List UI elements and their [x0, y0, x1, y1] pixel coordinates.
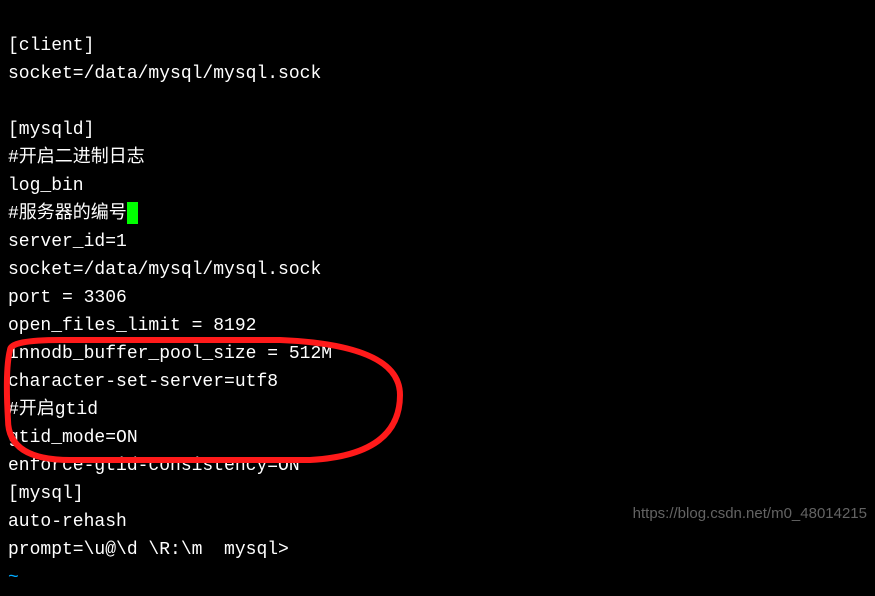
config-line: [mysql]	[8, 484, 84, 504]
config-line: #开启gtid	[8, 400, 98, 420]
config-line: #开启二进制日志	[8, 148, 145, 168]
config-line: innodb_buffer_pool_size = 512M	[8, 344, 332, 364]
config-line: [mysqld]	[8, 120, 94, 140]
config-line: gtid_mode=ON	[8, 428, 138, 448]
config-line: server_id=1	[8, 232, 127, 252]
config-line: socket=/data/mysql/mysql.sock	[8, 260, 321, 280]
vim-tilde: ~	[8, 568, 19, 588]
config-line: log_bin	[8, 176, 84, 196]
config-line: auto-rehash	[8, 512, 127, 532]
config-line: socket=/data/mysql/mysql.sock	[8, 64, 321, 84]
cursor-block	[127, 202, 138, 224]
config-line: [client]	[8, 36, 94, 56]
config-line: port = 3306	[8, 288, 127, 308]
config-line: #服务器的编号	[8, 204, 127, 224]
watermark-text: https://blog.csdn.net/m0_48014215	[633, 500, 867, 528]
config-line: open_files_limit = 8192	[8, 316, 256, 336]
config-line: enforce-gtid-consistency=ON	[8, 456, 300, 476]
config-line: prompt=\u@\d \R:\m mysql>	[8, 540, 289, 560]
config-line: character-set-server=utf8	[8, 372, 278, 392]
